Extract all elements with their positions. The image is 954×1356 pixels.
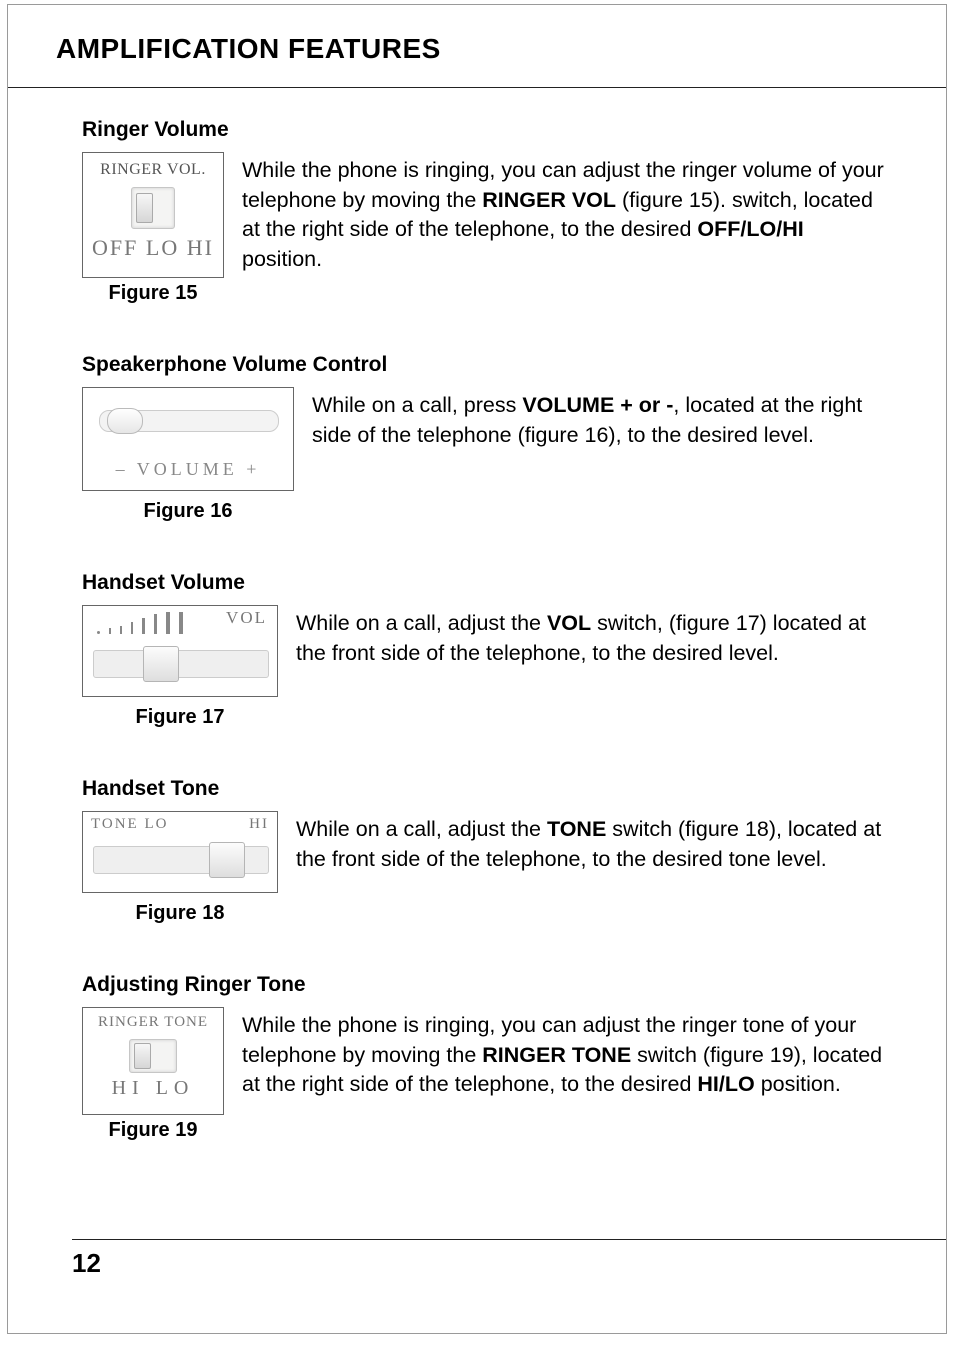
figure-19: RINGER TONE HI LO xyxy=(82,1007,224,1115)
figure-15-block: RINGER VOL. OFF LO HI Figure 15 xyxy=(82,152,224,305)
figure-16-caption: Figure 16 xyxy=(82,500,294,523)
section-handset-tone: Handset Tone TONE LO HI Figure 18 While … xyxy=(82,777,888,925)
figure-17-caption: Figure 17 xyxy=(82,706,278,729)
content-area: Ringer Volume RINGER VOL. OFF LO HI Figu… xyxy=(8,88,946,1142)
bold-text: TONE xyxy=(547,817,606,841)
vol-ticks-icon xyxy=(97,612,183,634)
ringer-vol-switch xyxy=(131,187,175,229)
section-ringer-volume: Ringer Volume RINGER VOL. OFF LO HI Figu… xyxy=(82,118,888,305)
handset-volume-text: While on a call, adjust the VOL switch, … xyxy=(296,605,888,668)
figure-19-caption: Figure 19 xyxy=(82,1119,224,1142)
figure-17-label: VOL xyxy=(226,608,267,628)
text: While on a call, adjust the xyxy=(296,611,547,635)
section-speakerphone-volume: Speakerphone Volume Control – VOLUME + F… xyxy=(82,353,888,523)
bold-text: OFF/LO/HI xyxy=(697,217,803,241)
figure-15-caption: Figure 15 xyxy=(82,282,224,305)
bold-text: RINGER TONE xyxy=(482,1043,631,1067)
tone-handle-icon xyxy=(209,842,245,878)
figure-17-block: VOL Figure 17 xyxy=(82,605,278,729)
text: While on a call, press xyxy=(312,393,522,417)
footer: 12 xyxy=(8,1239,946,1279)
figure-15-bottom-label: OFF LO HI xyxy=(87,235,219,261)
figure-18: TONE LO HI xyxy=(82,811,278,893)
adjusting-ringer-tone-text: While the phone is ringing, you can adju… xyxy=(242,1007,888,1100)
volume-knob-icon xyxy=(107,408,143,434)
switch-knob-icon xyxy=(136,193,153,223)
page-number: 12 xyxy=(72,1248,946,1279)
figure-16-block: – VOLUME + Figure 16 xyxy=(82,387,294,523)
bold-text: HI/LO xyxy=(697,1072,754,1096)
page: AMPLIFICATION FEATURES Ringer Volume RIN… xyxy=(7,4,947,1334)
vol-handle-icon xyxy=(143,646,179,682)
figure-18-label-lo: TONE LO xyxy=(91,816,168,833)
bold-text: VOLUME + or - xyxy=(522,393,673,417)
handset-tone-text: While on a call, adjust the TONE switch … xyxy=(296,811,888,874)
bold-text: RINGER VOL xyxy=(482,188,616,212)
figure-18-label-hi: HI xyxy=(249,816,269,833)
text: position. xyxy=(755,1072,841,1096)
figure-19-bottom-label: HI LO xyxy=(87,1077,219,1100)
section-handset-volume: Handset Volume xyxy=(82,571,888,729)
vol-track xyxy=(93,650,269,678)
heading-handset-tone: Handset Tone xyxy=(82,777,888,801)
text: While on a call, adjust the xyxy=(296,817,547,841)
ringer-volume-text: While the phone is ringing, you can adju… xyxy=(242,152,888,275)
bold-text: VOL xyxy=(547,611,591,635)
section-adjusting-ringer-tone: Adjusting Ringer Tone RINGER TONE HI LO … xyxy=(82,973,888,1142)
switch-knob-icon xyxy=(134,1043,151,1069)
page-title: AMPLIFICATION FEATURES xyxy=(8,5,946,87)
figure-18-block: TONE LO HI Figure 18 xyxy=(82,811,278,925)
footer-rule xyxy=(72,1239,946,1240)
figure-16: – VOLUME + xyxy=(82,387,294,491)
text: position. xyxy=(242,247,322,271)
figure-15: RINGER VOL. OFF LO HI xyxy=(82,152,224,278)
figure-19-top-label: RINGER TONE xyxy=(87,1014,219,1031)
figure-18-caption: Figure 18 xyxy=(82,902,278,925)
figure-16-label: – VOLUME + xyxy=(83,459,293,480)
figure-19-block: RINGER TONE HI LO Figure 19 xyxy=(82,1007,224,1142)
figure-15-top-label: RINGER VOL. xyxy=(87,161,219,179)
figure-17: VOL xyxy=(82,605,278,697)
heading-adjusting-ringer-tone: Adjusting Ringer Tone xyxy=(82,973,888,997)
heading-speakerphone-volume: Speakerphone Volume Control xyxy=(82,353,888,377)
heading-handset-volume: Handset Volume xyxy=(82,571,888,595)
heading-ringer-volume: Ringer Volume xyxy=(82,118,888,142)
ringer-tone-switch xyxy=(129,1039,177,1073)
speakerphone-volume-text: While on a call, press VOLUME + or -, lo… xyxy=(312,387,888,450)
